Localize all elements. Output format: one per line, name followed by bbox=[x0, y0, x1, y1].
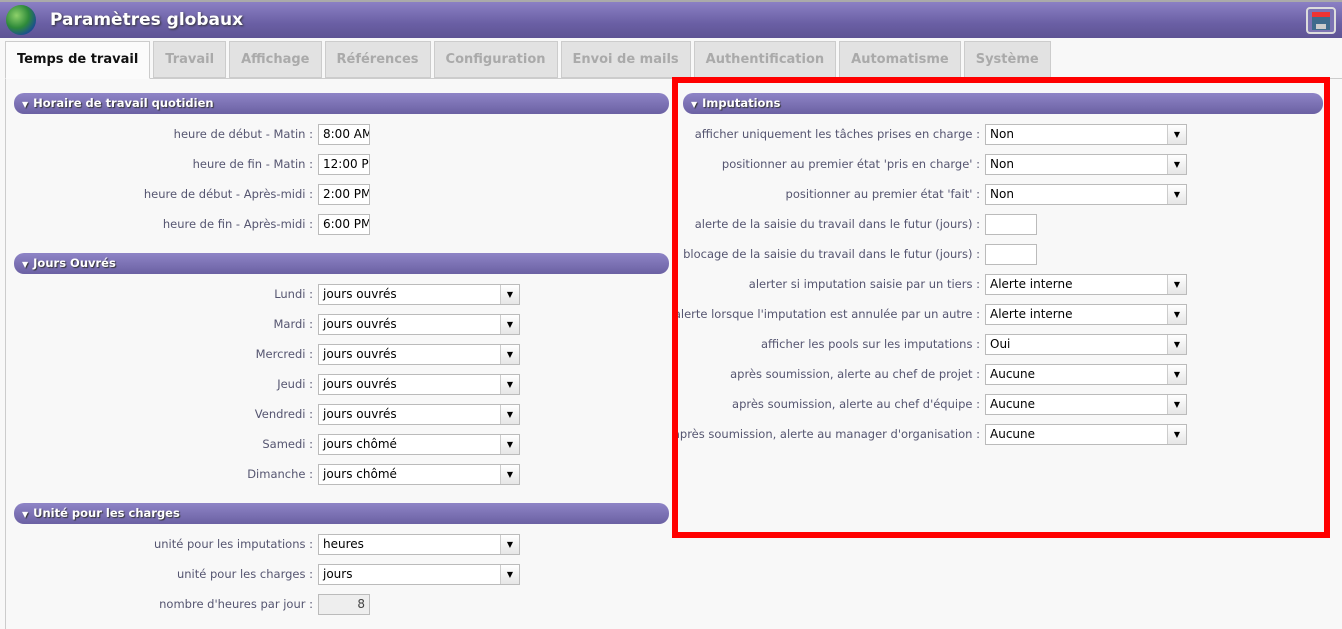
selected-value: heures bbox=[323, 536, 364, 551]
highlight-box bbox=[672, 77, 1330, 538]
select-dropdown[interactable]: jours ouvrés ▼ bbox=[318, 403, 520, 425]
field-row: heure de début - Après-midi : 2:00 PM bbox=[0, 179, 370, 209]
field-row: Samedi : jours chômé ▼ bbox=[0, 429, 520, 459]
field-row: heure de fin - Après-midi : 6:00 PM bbox=[0, 209, 370, 239]
field-label: nombre d'heures par jour : bbox=[159, 597, 313, 611]
tab-affichage[interactable]: Affichage bbox=[229, 41, 322, 78]
text-input[interactable]: 2:00 PM bbox=[318, 183, 370, 205]
tab-bar: Temps de travail Travail Affichage Référ… bbox=[5, 41, 1051, 79]
tab-references[interactable]: Références bbox=[324, 41, 431, 78]
tab-envoi-de-mails[interactable]: Envoi de mails bbox=[560, 41, 691, 78]
chevron-down-icon[interactable]: ▼ bbox=[500, 404, 519, 424]
section-jours-header[interactable]: ▼ Jours Ouvrés bbox=[14, 253, 669, 274]
chevron-down-icon[interactable]: ▼ bbox=[500, 434, 519, 454]
field-label: heure de début - Matin : bbox=[173, 127, 313, 141]
collapse-icon: ▼ bbox=[22, 510, 29, 519]
field-row: heure de fin - Matin : 12:00 PM bbox=[0, 149, 370, 179]
select-dropdown[interactable]: heures ▼ bbox=[318, 533, 520, 555]
selected-value: jours chômé bbox=[323, 436, 397, 451]
field-row: unité pour les charges : jours ▼ bbox=[0, 559, 520, 589]
tab-travail[interactable]: Travail bbox=[153, 41, 227, 78]
text-input[interactable]: 8:00 AM bbox=[318, 123, 370, 145]
selected-value: jours ouvrés bbox=[323, 316, 397, 331]
page-title: Paramètres globaux bbox=[50, 10, 244, 30]
text-input[interactable]: 6:00 PM bbox=[318, 213, 370, 235]
field-row: Dimanche : jours chômé ▼ bbox=[0, 459, 520, 489]
text-input[interactable]: 12:00 PM bbox=[318, 153, 370, 175]
field-row: Mercredi : jours ouvrés ▼ bbox=[0, 339, 520, 369]
selected-value: jours chômé bbox=[323, 466, 397, 481]
selected-value: jours ouvrés bbox=[323, 376, 397, 391]
select-dropdown[interactable]: jours chômé ▼ bbox=[318, 433, 520, 455]
select-dropdown[interactable]: jours ouvrés ▼ bbox=[318, 313, 520, 335]
field-label: Mardi : bbox=[273, 317, 313, 331]
field-label: heure de début - Après-midi : bbox=[143, 187, 313, 201]
section-title: Unité pour les charges bbox=[33, 506, 180, 520]
chevron-down-icon[interactable]: ▼ bbox=[500, 314, 519, 334]
chevron-down-icon[interactable]: ▼ bbox=[500, 284, 519, 304]
field-label: Jeudi : bbox=[277, 377, 313, 391]
tab-temps-de-travail[interactable]: Temps de travail bbox=[5, 41, 151, 79]
chevron-down-icon[interactable]: ▼ bbox=[500, 344, 519, 364]
tab-automatisme[interactable]: Automatisme bbox=[839, 41, 961, 78]
field-label: heure de fin - Matin : bbox=[192, 157, 313, 171]
field-row: nombre d'heures par jour : 8 bbox=[0, 589, 520, 619]
select-dropdown[interactable]: jours ouvrés ▼ bbox=[318, 373, 520, 395]
field-label: heure de fin - Après-midi : bbox=[162, 217, 313, 231]
selected-value: jours bbox=[323, 566, 353, 581]
selected-value: jours ouvrés bbox=[323, 346, 397, 361]
field-row: Mardi : jours ouvrés ▼ bbox=[0, 309, 520, 339]
field-label: unité pour les imputations : bbox=[153, 537, 313, 551]
field-row: unité pour les imputations : heures ▼ bbox=[0, 529, 520, 559]
select-dropdown[interactable]: jours ouvrés ▼ bbox=[318, 343, 520, 365]
field-label: Samedi : bbox=[262, 437, 313, 451]
select-dropdown[interactable]: jours chômé ▼ bbox=[318, 463, 520, 485]
chevron-down-icon[interactable]: ▼ bbox=[500, 374, 519, 394]
collapse-icon: ▼ bbox=[22, 100, 29, 109]
save-button[interactable] bbox=[1306, 7, 1336, 34]
chevron-down-icon[interactable]: ▼ bbox=[500, 534, 519, 554]
chevron-down-icon[interactable]: ▼ bbox=[500, 564, 519, 584]
tab-systeme[interactable]: Système bbox=[963, 41, 1051, 78]
globe-settings-icon bbox=[6, 5, 36, 35]
field-label: Mercredi : bbox=[255, 347, 313, 361]
collapse-icon: ▼ bbox=[22, 260, 29, 269]
tab-authentification[interactable]: Authentification bbox=[693, 41, 837, 78]
horaire-fields: heure de début - Matin :8:00 AM heure de … bbox=[0, 119, 370, 239]
selected-value: jours ouvrés bbox=[323, 286, 397, 301]
field-row: Vendredi : jours ouvrés ▼ bbox=[0, 399, 520, 429]
jours-fields: Lundi : jours ouvrés ▼ Mardi : jours ouvrés ▼… bbox=[0, 279, 520, 489]
tab-configuration[interactable]: Configuration bbox=[433, 41, 558, 78]
field-row: Lundi : jours ouvrés ▼ bbox=[0, 279, 520, 309]
select-dropdown[interactable]: jours ▼ bbox=[318, 563, 520, 585]
text-input: 8 bbox=[318, 593, 370, 615]
field-label: Dimanche : bbox=[247, 467, 313, 481]
field-row: Jeudi : jours ouvrés ▼ bbox=[0, 369, 520, 399]
section-horaire-header[interactable]: ▼ Horaire de travail quotidien bbox=[14, 93, 669, 114]
field-label: Lundi : bbox=[274, 287, 313, 301]
unite-fields: unité pour les imputations : heures ▼ unité… bbox=[0, 529, 520, 619]
section-title: Horaire de travail quotidien bbox=[33, 96, 214, 110]
field-label: unité pour les charges : bbox=[176, 567, 313, 581]
field-label: Vendredi : bbox=[254, 407, 313, 421]
section-unite-header[interactable]: ▼ Unité pour les charges bbox=[14, 503, 669, 524]
save-icon bbox=[1312, 11, 1330, 30]
title-bar: Paramètres globaux bbox=[0, 0, 1342, 38]
chevron-down-icon[interactable]: ▼ bbox=[500, 464, 519, 484]
field-row: heure de début - Matin : 8:00 AM bbox=[0, 119, 370, 149]
select-dropdown[interactable]: jours ouvrés ▼ bbox=[318, 283, 520, 305]
selected-value: jours ouvrés bbox=[323, 406, 397, 421]
section-title: Jours Ouvrés bbox=[33, 256, 116, 270]
